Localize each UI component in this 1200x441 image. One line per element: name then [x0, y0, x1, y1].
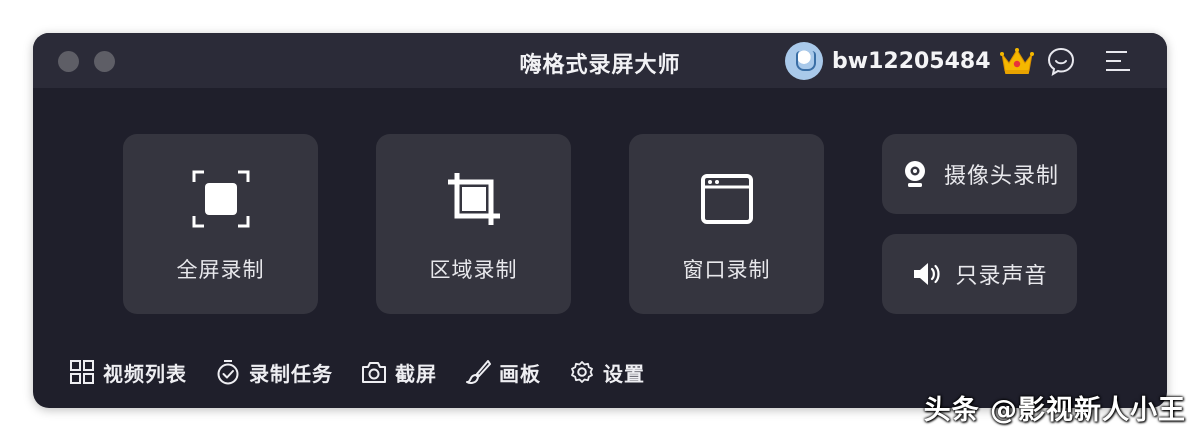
webcam-icon: [904, 161, 925, 187]
window-record-button[interactable]: 窗口录制: [629, 134, 824, 314]
mode-label: 摄像头录制: [943, 164, 1059, 189]
mode-label: 窗口录制: [682, 258, 771, 282]
user-account[interactable]: bw12205484: [785, 40, 1035, 82]
camera-icon: [362, 362, 386, 383]
feedback-button[interactable]: [1044, 44, 1078, 78]
bottom-toolbar: 视频列表 录制任务 截屏 画板 设置: [69, 355, 673, 389]
fullscreen-record-button[interactable]: 全屏录制: [123, 134, 318, 314]
nav-label: 截屏: [395, 361, 437, 386]
avatar[interactable]: [785, 42, 823, 80]
region-record-button[interactable]: 区域录制: [376, 134, 571, 314]
audio-only-record-button[interactable]: 只录声音: [882, 234, 1077, 314]
watermark: 头条 @影视新人小王: [923, 395, 1186, 426]
webcam-record-button[interactable]: 摄像头录制: [882, 134, 1077, 214]
app-window: 嗨格式录屏大师 bw12205484 全屏录制 区域录制 窗口录制 摄像头录制 …: [33, 33, 1167, 408]
hamburger-menu-icon: [1106, 51, 1130, 71]
screenshot-button[interactable]: 截屏: [361, 358, 437, 387]
record-tasks-button[interactable]: 录制任务: [215, 358, 333, 387]
mode-label: 只录声音: [955, 264, 1048, 289]
username[interactable]: bw12205484: [832, 49, 991, 74]
brush-icon: [466, 360, 491, 385]
chat-bubble-icon: [1047, 47, 1075, 76]
crop-icon: [447, 173, 500, 225]
settings-button[interactable]: 设置: [569, 358, 645, 387]
nav-label: 视频列表: [103, 361, 187, 386]
speaker-icon: [914, 263, 941, 285]
crown-icon[interactable]: [999, 45, 1035, 77]
gear-icon: [571, 361, 593, 383]
main-menu-button[interactable]: [1101, 44, 1135, 78]
nav-label: 设置: [603, 361, 645, 386]
nav-label: 录制任务: [249, 361, 333, 386]
mode-label: 全屏录制: [176, 258, 265, 282]
grid-icon: [70, 360, 94, 384]
mode-label: 区域录制: [429, 258, 518, 282]
timer-check-icon: [217, 360, 239, 385]
nav-label: 画板: [499, 361, 541, 386]
title-bar: 嗨格式录屏大师 bw12205484: [33, 33, 1167, 88]
window-icon: [700, 174, 753, 224]
fullscreen-icon: [192, 170, 249, 228]
video-list-button[interactable]: 视频列表: [69, 358, 187, 387]
drawing-board-button[interactable]: 画板: [465, 358, 541, 387]
